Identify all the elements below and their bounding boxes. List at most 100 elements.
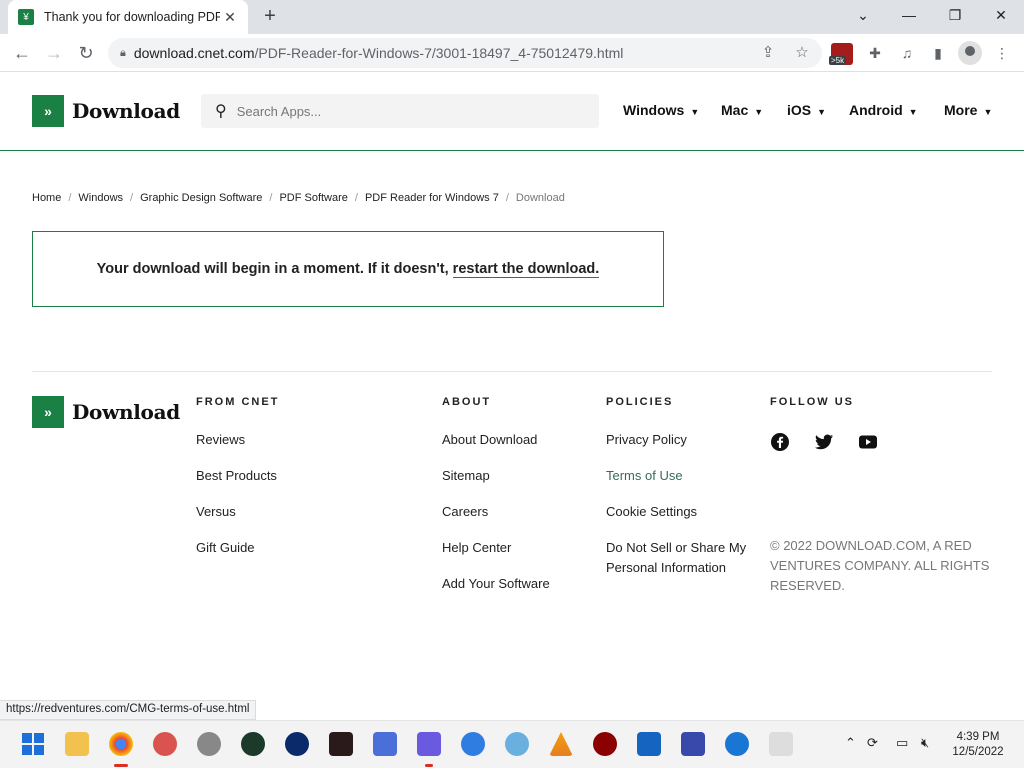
breadcrumb-pdf-software[interactable]: PDF Software [279,192,347,204]
vlc-icon[interactable] [549,732,573,756]
youtube-icon[interactable] [858,432,878,452]
app-red-icon[interactable] [593,732,617,756]
back-icon[interactable]: ← [8,39,36,67]
app-v-icon[interactable] [461,732,485,756]
app-c-icon[interactable] [285,732,309,756]
tab-title: Thank you for downloading PDF [44,10,220,24]
extensions-icon[interactable]: ✚ [864,42,886,64]
restore-button[interactable]: ❐ [932,0,978,30]
search-box[interactable]: ⚲ [201,94,599,128]
footer-link-do-not-sell[interactable]: Do Not Sell or Share My Personal Informa… [606,538,756,578]
file-explorer-icon[interactable] [65,732,89,756]
site-logo[interactable]: » Download [32,95,180,127]
recorder-icon[interactable] [329,732,353,756]
clock-date: 12/5/2022 [952,746,1004,758]
footer-link-best-products[interactable]: Best Products [196,466,279,486]
nav-android[interactable]: Android ▼ [849,102,918,118]
nav-windows-label: Windows [623,102,685,118]
network-icon[interactable]: ▭ [896,735,908,751]
search-icon[interactable]: ⚲ [215,101,227,121]
taskbar-clock[interactable]: 4:39 PM 12/5/2022 [948,730,1008,760]
nav-ios[interactable]: iOS ▼ [787,102,826,118]
footer-link-help-center[interactable]: Help Center [442,538,550,558]
tab-search-icon[interactable]: ⌄ [840,0,886,30]
nav-more[interactable]: More ▼ [944,102,992,118]
clock-time: 4:39 PM [956,731,1000,743]
notice-text: Your download will begin in a moment. If… [96,261,449,277]
url-host: download.cnet.com [133,45,255,61]
menu-icon[interactable]: ⋮ [991,42,1013,64]
nav-mac-label: Mac [721,102,749,118]
footer-link-add-software[interactable]: Add Your Software [442,574,550,594]
sync-icon[interactable]: ⟳ [867,735,878,751]
forward-icon[interactable]: → [40,39,68,67]
footer-link-reviews[interactable]: Reviews [196,430,279,450]
chrome-running-indicator [114,764,128,767]
download-logo-icon: » [32,95,64,127]
app-p-icon[interactable] [373,732,397,756]
nav-windows[interactable]: Windows ▼ [623,102,699,118]
breadcrumb-pdf-reader[interactable]: PDF Reader for Windows 7 [365,192,499,204]
tab-favicon-icon: ¥ [18,9,34,25]
caret-down-icon: ▼ [908,107,918,117]
ccleaner-icon[interactable] [153,732,177,756]
footer-link-privacy-policy[interactable]: Privacy Policy [606,430,756,450]
windows-start-icon[interactable] [21,732,45,756]
app-icon[interactable] [197,732,221,756]
footer-link-about-download[interactable]: About Download [442,430,550,450]
footer-link-terms-of-use[interactable]: Terms of Use [606,466,756,486]
extension-badge: >5k [829,56,847,65]
volume-muted-icon[interactable]: 🔇︎ [921,735,929,751]
app-k-icon[interactable] [505,732,529,756]
footer-link-gift-guide[interactable]: Gift Guide [196,538,279,558]
address-bar[interactable]: 🔒︎ download.cnet.com/PDF-Reader-for-Wind… [108,38,822,68]
breadcrumb-home[interactable]: Home [32,192,61,204]
pdf-installer-icon[interactable] [769,732,793,756]
lock-icon[interactable]: 🔒︎ [120,47,126,60]
caret-down-icon: ▼ [817,107,827,117]
minimize-button[interactable]: — [886,0,932,30]
facebook-icon[interactable] [770,432,790,452]
twitter-icon[interactable] [814,432,834,452]
app-settings-icon[interactable] [681,732,705,756]
footer-link-sitemap[interactable]: Sitemap [442,466,550,486]
footer-heading: FOLLOW US [770,396,854,408]
app-edge-icon[interactable] [725,732,749,756]
nav-more-label: More [944,102,978,118]
breadcrumb: Home / Windows / Graphic Design Software / PDF… [32,192,565,204]
site-header: » Download ⚲ Windows ▼ Mac ▼ iOS ▼ Android ▼… [0,72,1024,151]
profile-avatar[interactable] [958,41,982,65]
search-input[interactable] [236,103,577,119]
app-cube-icon[interactable] [637,732,661,756]
chrome-icon[interactable] [109,732,133,756]
footer-col-follow-us: FOLLOW US [770,396,878,452]
app-u-icon[interactable] [241,732,265,756]
share-icon[interactable]: ⇪ [758,43,778,61]
app-running-indicator [425,764,433,767]
tab-close-icon[interactable]: ✕ [222,9,238,26]
footer-heading: ABOUT [442,396,492,408]
restart-download-link[interactable]: restart the download. [452,261,600,278]
footer-col-about: ABOUT About Download Sitemap Careers Hel… [442,396,550,594]
nav-ios-label: iOS [787,102,812,118]
caret-down-icon: ▼ [983,107,993,117]
app-p2-icon[interactable] [417,732,441,756]
caret-down-icon: ▼ [754,107,764,117]
footer-logo[interactable]: » Download [32,396,180,428]
footer-link-careers[interactable]: Careers [442,502,550,522]
nav-mac[interactable]: Mac ▼ [721,102,763,118]
browser-tab[interactable]: ¥ Thank you for downloading PDF ✕ [8,0,248,34]
side-panel-icon[interactable]: ▮ [927,42,949,64]
footer-link-cookie-settings[interactable]: Cookie Settings [606,502,756,522]
download-notice: Your download will begin in a moment. If… [32,231,664,307]
media-icon[interactable]: ♫ [896,42,918,64]
new-tab-button[interactable]: + [258,4,282,28]
reload-icon[interactable]: ↻ [72,39,100,67]
show-hidden-icons-icon[interactable]: ⌃ [845,735,856,751]
breadcrumb-graphic-design[interactable]: Graphic Design Software [140,192,262,204]
bookmark-star-icon[interactable]: ☆ [792,43,812,61]
footer-link-versus[interactable]: Versus [196,502,279,522]
browser-tabstrip: ¥ Thank you for downloading PDF ✕ + ⌄ — … [0,0,1024,34]
breadcrumb-windows[interactable]: Windows [78,192,123,204]
close-window-button[interactable]: ✕ [978,0,1024,30]
